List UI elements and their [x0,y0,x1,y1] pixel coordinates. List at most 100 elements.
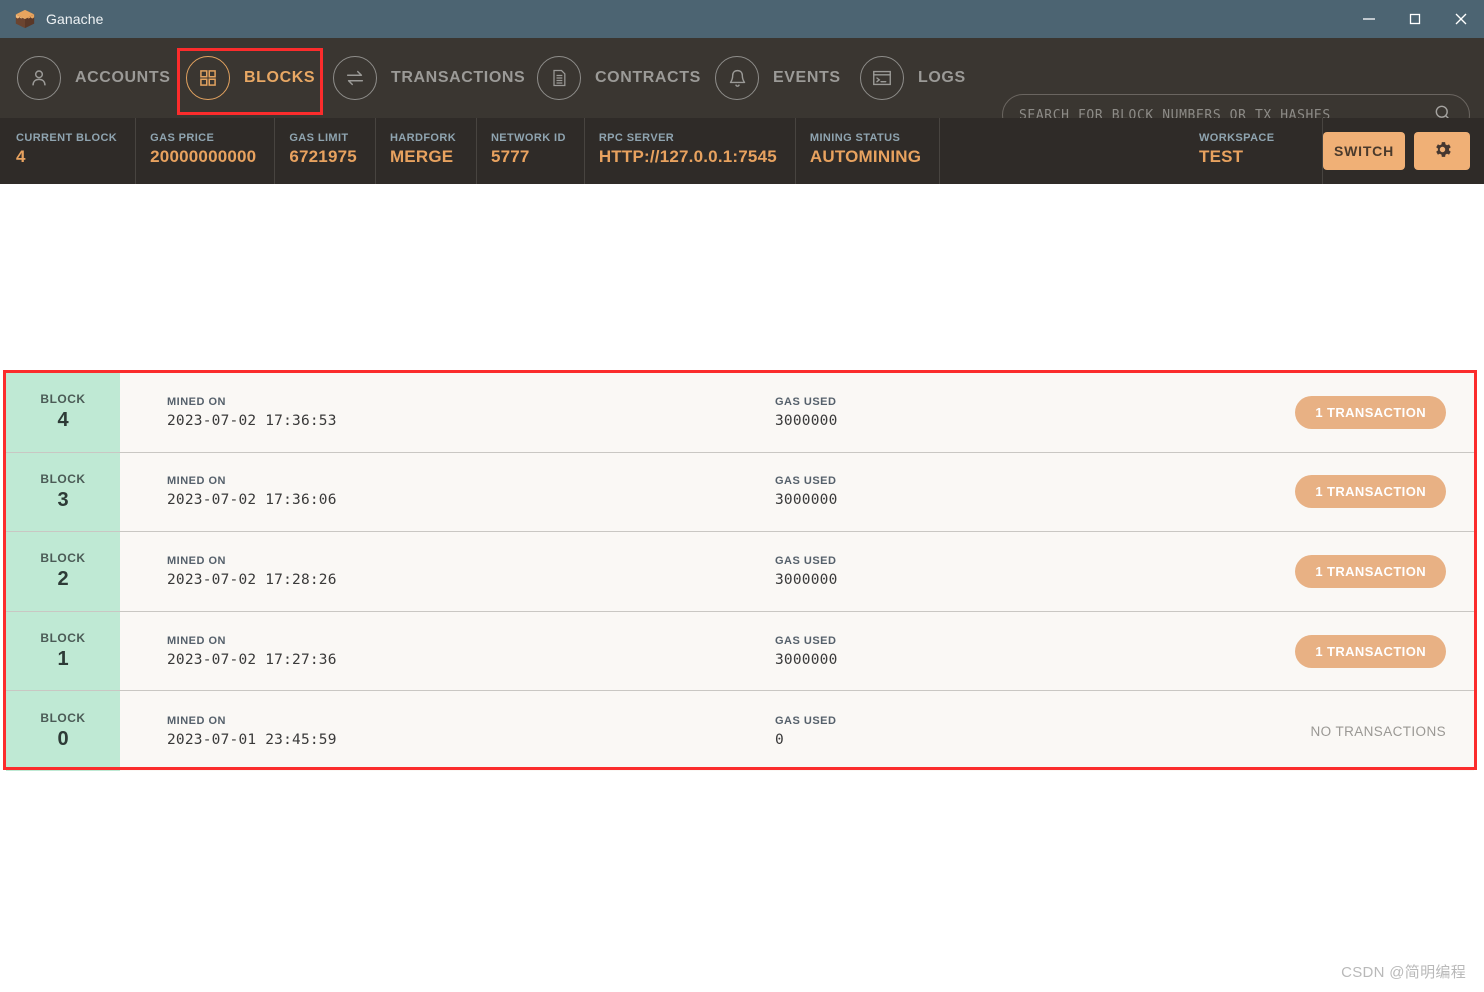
stat-gas-limit-label: GAS LIMIT [289,132,349,144]
ganache-cube-logo-icon [8,8,42,30]
block-gas-used-field: GAS USED 3000000 [720,612,1144,691]
nav-tab-contracts[interactable]: CONTRACTS [537,38,701,118]
block-gas-used-field: GAS USED 3000000 [720,373,1144,452]
block-list: BLOCK 4 MINED ON 2023-07-02 17:36:53 GAS… [6,373,1474,771]
ganache-app-window: Ganache ACCOUNTS BLOCKS TRANSACTIONS CON… [0,0,1484,992]
nav-tab-transactions[interactable]: TRANSACTIONS [333,38,525,118]
gas-used-value: 0 [775,731,784,748]
block-row[interactable]: BLOCK 1 MINED ON 2023-07-02 17:27:36 GAS… [6,611,1474,692]
window-titlebar: Ganache [0,0,1484,38]
watermark: CSDN @简明编程 [1341,964,1466,981]
nav-tab-blocks-label: BLOCKS [244,69,316,86]
block-mined-on-field: MINED ON 2023-07-02 17:27:36 [120,612,720,691]
gas-used-label: GAS USED [775,634,837,647]
block-label: BLOCK [40,711,86,726]
terminal-window-icon [860,56,904,100]
nav-tab-accounts[interactable]: ACCOUNTS [17,38,170,118]
grid-blocks-icon [186,56,230,100]
block-number-panel: BLOCK 2 [6,532,120,611]
block-mined-on-field: MINED ON 2023-07-02 17:36:53 [120,373,720,452]
block-transaction-cell: 1 TRANSACTION [1144,612,1474,691]
transaction-count-badge[interactable]: 1 TRANSACTION [1295,554,1446,588]
exchange-arrows-icon [333,56,377,100]
stat-hardfork-label: HARDFORK [389,132,457,144]
mined-on-value: 2023-07-02 17:27:36 [167,651,337,668]
close-icon[interactable] [1438,0,1484,38]
gas-used-value: 3000000 [775,492,838,509]
block-label: BLOCK [40,551,86,566]
window-controls [1346,0,1484,38]
block-mined-on-field: MINED ON 2023-07-01 23:45:59 [120,691,720,771]
block-number-panel: BLOCK 4 [6,373,120,452]
nav-tab-blocks[interactable]: BLOCKS [186,38,315,118]
main-navigation-bar: ACCOUNTS BLOCKS TRANSACTIONS CONTRACTS E… [0,38,1484,136]
switch-workspace-button[interactable]: SWITCH [1323,132,1405,170]
mined-on-label: MINED ON [167,554,226,567]
stat-workspace-value: TEST [1199,147,1244,166]
block-row[interactable]: BLOCK 2 MINED ON 2023-07-02 17:28:26 GAS… [6,532,1474,612]
gas-used-value: 3000000 [775,571,838,588]
gas-used-label: GAS USED [775,395,837,408]
stat-rpc-server-value: HTTP://127.0.0.1:7545 [598,147,777,166]
nav-tab-accounts-label: ACCOUNTS [75,69,171,86]
transaction-count-badge[interactable]: 1 TRANSACTION [1295,634,1446,668]
document-icon [537,56,581,100]
stat-network-id-label: NETWORK ID [490,132,566,144]
stat-hardfork-value: MERGE [389,147,454,166]
app-title: Ganache [46,11,104,27]
nav-tab-events[interactable]: EVENTS [715,38,841,118]
stat-gas-price: GAS PRICE 20000000000 [136,118,276,184]
mined-on-label: MINED ON [167,475,226,488]
nav-tab-logs[interactable]: LOGS [860,38,966,118]
maximize-icon[interactable] [1392,0,1438,38]
stat-gas-limit: GAS LIMIT 6721975 [275,118,376,184]
block-row[interactable]: BLOCK 4 MINED ON 2023-07-02 17:36:53 GAS… [6,373,1474,453]
settings-button[interactable] [1414,132,1470,170]
stat-mining-status-label: MINING STATUS [809,132,901,144]
block-transaction-cell: 1 TRANSACTION [1144,532,1474,611]
block-number-value: 3 [57,488,69,511]
block-number-panel: BLOCK 1 [6,611,120,691]
block-number-value: 2 [57,568,69,591]
transaction-count-badge[interactable]: 1 TRANSACTION [1295,475,1446,509]
block-number-value: 1 [57,648,69,671]
stat-rpc-server: RPC SERVER HTTP://127.0.0.1:7545 [585,118,796,184]
nav-tab-contracts-label: CONTRACTS [595,69,701,86]
block-number-value: 4 [57,409,69,432]
stat-network-id-value: 5777 [490,147,530,166]
stat-current-block-value: 4 [16,147,26,166]
block-mined-on-field: MINED ON 2023-07-02 17:36:06 [120,453,720,532]
mined-on-value: 2023-07-02 17:28:26 [167,571,337,588]
stat-workspace-label: WORKSPACE [1199,132,1275,144]
transaction-count-badge[interactable]: 1 TRANSACTION [1295,395,1446,429]
gas-used-value: 3000000 [775,412,838,429]
gas-used-label: GAS USED [775,714,837,727]
no-transactions-label: NO TRANSACTIONS [1310,723,1446,739]
stat-mining-status-value: AUTOMINING [809,147,922,166]
block-row[interactable]: BLOCK 0 MINED ON 2023-07-01 23:45:59 GAS… [6,691,1474,771]
mined-on-label: MINED ON [167,634,226,647]
stat-gas-price-label: GAS PRICE [150,132,215,144]
stat-workspace: WORKSPACE TEST [1199,118,1323,184]
mined-on-label: MINED ON [167,714,226,727]
mined-on-value: 2023-07-02 17:36:06 [167,492,337,509]
block-row[interactable]: BLOCK 3 MINED ON 2023-07-02 17:36:06 GAS… [6,452,1474,533]
nav-tab-logs-label: LOGS [918,69,966,86]
stat-gas-price-value: 20000000000 [150,147,257,166]
nav-tab-transactions-label: TRANSACTIONS [391,69,526,86]
gas-used-label: GAS USED [775,475,837,488]
status-bar: CURRENT BLOCK 4 GAS PRICE 20000000000 GA… [0,118,1484,184]
stat-mining-status: MINING STATUS AUTOMINING [796,118,941,184]
gas-used-label: GAS USED [775,554,837,567]
block-number-panel: BLOCK 0 [6,691,120,771]
block-gas-used-field: GAS USED 3000000 [720,453,1144,532]
minimize-icon[interactable] [1346,0,1392,38]
user-icon [17,56,61,100]
stat-network-id: NETWORK ID 5777 [477,118,585,184]
block-transaction-cell: 1 TRANSACTION [1144,373,1474,452]
gas-used-value: 3000000 [775,651,838,668]
stat-current-block: CURRENT BLOCK 4 [0,118,137,184]
mined-on-value: 2023-07-02 17:36:53 [167,412,337,429]
nav-tab-events-label: EVENTS [773,69,841,86]
stat-gas-limit-value: 6721975 [289,147,357,166]
